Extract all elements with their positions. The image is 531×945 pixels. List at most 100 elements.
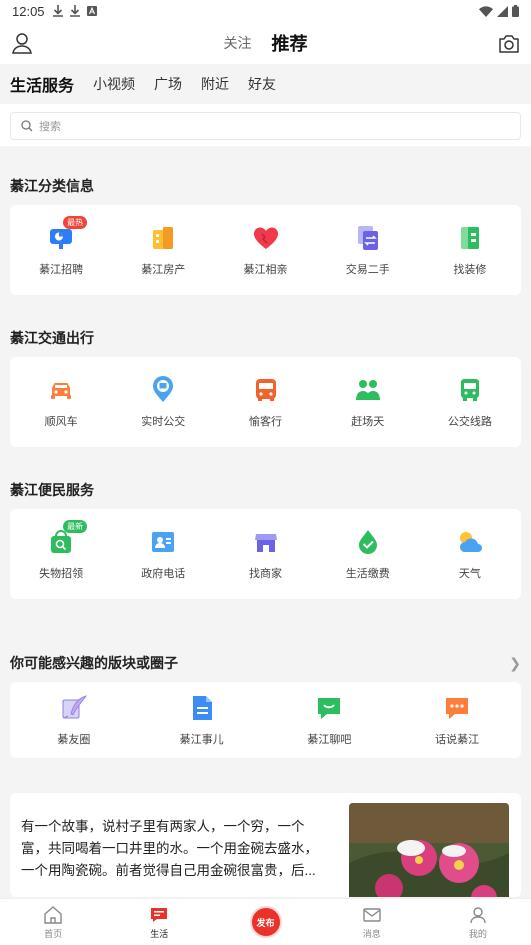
document-icon [192, 695, 212, 720]
grid-item-label: 綦江房产 [141, 263, 186, 276]
service-grid: 顺风车 实时公交 愉客行 赶场天 公交线路 [10, 357, 521, 447]
bus-stop-icon [153, 375, 174, 402]
post-button[interactable]: 发布 [249, 906, 282, 938]
grid-item-label: 生活缴费 [345, 567, 390, 580]
grid-item-label: 失物招领 [39, 567, 84, 580]
search-placeholder: 搜索 [39, 121, 61, 133]
section-title-row[interactable]: 你可能感兴趣的版块或圈子 ❯ [0, 644, 531, 682]
grid-item-chat-bar[interactable]: 綦江聊吧 [266, 682, 394, 758]
grid-item-label: 实时公交 [141, 415, 186, 428]
car-icon [51, 382, 72, 399]
tab-short-video[interactable]: 小视频 [93, 74, 135, 94]
grid-item-label: 綦江事儿 [179, 733, 224, 746]
download-icon [52, 5, 63, 17]
article-thumbnail [349, 803, 509, 897]
download-icon [69, 5, 80, 17]
grid-item-gov-phone[interactable]: 政府电话 [112, 509, 214, 599]
section-convenience: 綦江便民服务 最新 失物招领 政府电话 找商家 生活缴费 天气 [0, 471, 531, 599]
paint-icon [460, 226, 479, 249]
coach-icon [255, 378, 276, 401]
bus-icon [460, 378, 479, 401]
grid-item-qijiang-matters[interactable]: 綦江事儿 [138, 682, 266, 758]
grid-item-secondhand[interactable]: 交易二手 [317, 205, 419, 295]
grid-item-label: 綦江招聘 [39, 263, 84, 276]
status-bar: 12:05 [0, 0, 531, 22]
quill-icon [62, 694, 87, 718]
battery-icon [512, 5, 519, 17]
grid-item-label: 綦友圈 [57, 733, 91, 746]
status-time: 12:05 [12, 3, 45, 19]
section-classified-info: 綦江分类信息 最热 綦江招聘 綦江房产 綦江相亲 交易二手 找装修 [0, 167, 531, 295]
building-icon [153, 226, 174, 249]
grid-item-label: 交易二手 [345, 263, 390, 276]
tab-square[interactable]: 广场 [154, 74, 182, 94]
home-icon [44, 905, 62, 924]
grid-item-label: 綦江聊吧 [307, 733, 352, 746]
nav-mine[interactable]: 我的 [425, 899, 531, 945]
grid-item-house[interactable]: 綦江房产 [112, 205, 214, 295]
exchange-icon [357, 225, 378, 250]
tab-friends[interactable]: 好友 [248, 74, 276, 94]
nav-label: 首页 [44, 928, 63, 939]
grid-item-recruit[interactable]: 最热 綦江招聘 [10, 205, 112, 295]
profile-icon [470, 906, 486, 923]
speech-icon [446, 697, 469, 719]
wifi-icon [479, 5, 493, 17]
new-badge: 最新 [63, 519, 88, 533]
grid-item-talk-qijiang[interactable]: 话说綦江 [393, 682, 521, 758]
top-tabs: 关注 推荐 [0, 22, 531, 64]
top-header: 关注 推荐 [0, 22, 531, 64]
hot-badge: 最热 [63, 215, 88, 229]
grid-item-yukexing[interactable]: 愉客行 [214, 357, 316, 447]
bottom-nav: 首页 生活 发布 消息 我的 [0, 898, 531, 945]
grid-item-label: 找商家 [249, 567, 282, 580]
service-grid: 最新 失物招领 政府电话 找商家 生活缴费 天气 [10, 509, 521, 599]
service-grid: 最热 綦江招聘 綦江房产 綦江相亲 交易二手 找装修 [10, 205, 521, 295]
grid-item-bus-lines[interactable]: 公交线路 [419, 357, 521, 447]
category-tabs: 生活服务 小视频 广场 附近 好友 [0, 64, 531, 108]
grid-item-dating[interactable]: 綦江相亲 [214, 205, 316, 295]
grid-item-carpool[interactable]: 顺风车 [10, 357, 112, 447]
store-icon [254, 533, 277, 552]
feed-article[interactable]: 有一个故事，说村子里有两家人，一个穷，一个富，共同喝着一口井里的水。一个用金碗去… [10, 793, 521, 897]
grid-item-find-merchant[interactable]: 找商家 [214, 509, 316, 599]
nav-home[interactable]: 首页 [0, 899, 106, 945]
camera-icon[interactable] [497, 32, 521, 56]
grid-item-market-day[interactable]: 赶场天 [317, 357, 419, 447]
grid-item-label: 找装修 [453, 263, 487, 276]
tab-life-service[interactable]: 生活服务 [10, 72, 74, 108]
tab-follow[interactable]: 关注 [224, 33, 252, 53]
nav-messages[interactable]: 消息 [319, 899, 425, 945]
weather-icon [459, 531, 482, 552]
section-title: 綦江交通出行 [0, 319, 531, 357]
nav-life[interactable]: 生活 [106, 899, 212, 945]
grid-item-label: 綦江相亲 [243, 263, 288, 276]
grid-item-realtime-bus[interactable]: 实时公交 [112, 357, 214, 447]
grid-item-qiyou-circle[interactable]: 綦友圈 [10, 682, 138, 758]
grid-item-label: 话说綦江 [435, 733, 480, 746]
grid-item-lost-found[interactable]: 最新 失物招领 [10, 509, 112, 599]
contact-card-icon [152, 531, 175, 552]
post-label: 发布 [256, 917, 275, 928]
grid-item-bill-payment[interactable]: 生活缴费 [317, 509, 419, 599]
grid-item-label: 公交线路 [447, 415, 492, 428]
section-transport: 綦江交通出行 顺风车 实时公交 愉客行 赶场天 公交线路 [0, 319, 531, 447]
grid-item-decoration[interactable]: 找装修 [419, 205, 521, 295]
section-title: 綦江便民服务 [0, 471, 531, 509]
tab-nearby[interactable]: 附近 [201, 74, 229, 94]
nav-post[interactable]: 发布 [212, 899, 318, 945]
grid-item-weather[interactable]: 天气 [419, 509, 521, 599]
search-input[interactable]: 搜索 [10, 112, 521, 140]
tab-recommend[interactable]: 推荐 [272, 30, 308, 56]
circle-grid: 綦友圈 綦江事儿 綦江聊吧 话说綦江 [10, 682, 521, 758]
signal-icon [497, 5, 508, 17]
section-interest-circles: 你可能感兴趣的版块或圈子 ❯ 綦友圈 綦江事儿 綦江聊吧 话说綦江 [0, 644, 531, 758]
people-icon [355, 379, 380, 400]
section-title: 綦江分类信息 [0, 167, 531, 205]
chevron-right-icon[interactable]: ❯ [509, 655, 521, 672]
section-title: 你可能感兴趣的版块或圈子 [10, 655, 178, 671]
grid-item-label: 顺风车 [44, 415, 78, 428]
grid-item-label: 赶场天 [351, 415, 385, 428]
nav-label: 我的 [468, 928, 487, 939]
grid-item-label: 天气 [458, 567, 481, 580]
